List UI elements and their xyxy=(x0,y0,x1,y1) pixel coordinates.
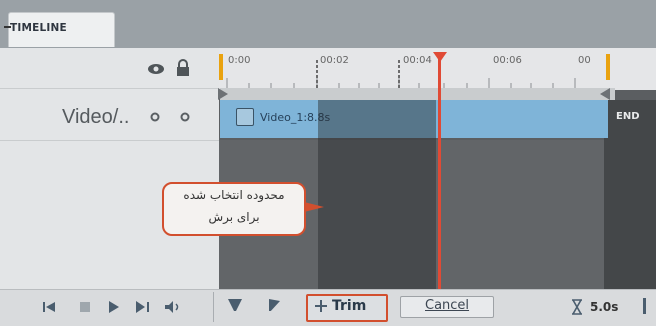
duration-value: 5.0s xyxy=(590,300,619,314)
range-start-handle-icon[interactable] xyxy=(216,88,230,100)
callout-text: محدوده انتخاب شده xyxy=(183,188,285,202)
divider xyxy=(213,292,214,322)
cancel-button-label: Cancel xyxy=(425,298,470,313)
track-header-panel xyxy=(0,48,219,293)
ruler-tick-label: 00:02 xyxy=(320,55,349,66)
mark-out-icon[interactable] xyxy=(266,297,282,311)
track-label: Video/.. xyxy=(62,106,130,128)
ruler-tick-label: 00:06 xyxy=(493,55,522,66)
go-start-icon[interactable] xyxy=(42,300,58,314)
callout-text: برای برش xyxy=(208,210,260,224)
mark-in-icon[interactable] xyxy=(226,297,244,311)
hourglass-icon xyxy=(572,299,582,315)
go-end-icon[interactable] xyxy=(134,300,152,314)
trim-selection[interactable] xyxy=(318,100,436,293)
trim-button-label: Trim xyxy=(332,298,367,314)
playhead-handle-icon[interactable] xyxy=(433,52,447,64)
tab-timeline-label: TIMELINE xyxy=(10,22,67,34)
divider xyxy=(0,88,219,89)
lock-toggle-icon[interactable] xyxy=(180,112,190,122)
divider xyxy=(0,140,219,141)
callout-pointer-icon xyxy=(304,202,324,212)
play-icon[interactable] xyxy=(107,300,121,314)
end-label: END xyxy=(616,111,640,122)
playhead[interactable] xyxy=(438,55,441,293)
trailing-icon xyxy=(643,298,646,314)
clip-thumbnail-icon xyxy=(236,108,254,126)
ruler-tick-label: 00 xyxy=(578,55,591,66)
end-region xyxy=(604,100,656,293)
work-area-bar[interactable] xyxy=(220,88,615,100)
ruler-tick-label: 00:04 xyxy=(403,55,432,66)
eye-icon[interactable] xyxy=(147,62,165,76)
volume-icon[interactable] xyxy=(163,300,183,314)
lock-icon[interactable] xyxy=(176,59,190,77)
stop-icon[interactable] xyxy=(78,300,92,314)
ruler-tick-label: 0:00 xyxy=(228,55,251,66)
range-end-handle-icon[interactable] xyxy=(598,88,612,100)
visibility-toggle-icon[interactable] xyxy=(150,112,160,122)
trim-icon xyxy=(315,300,327,312)
